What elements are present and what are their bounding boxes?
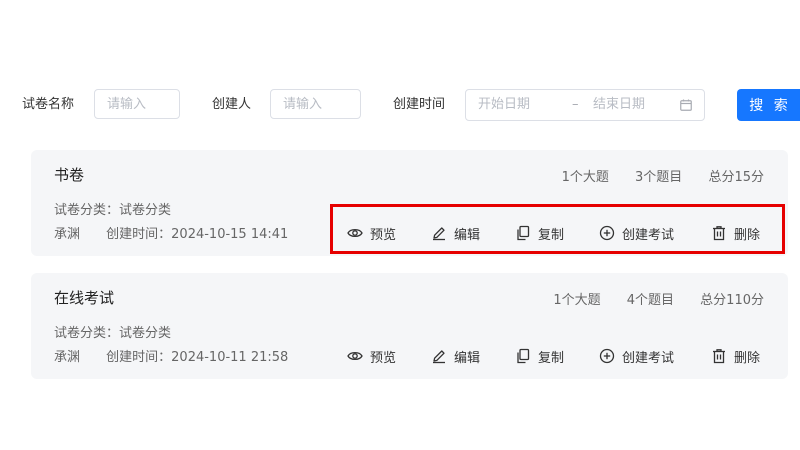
paper-title: 在线考试 — [54, 289, 115, 307]
paper-meta: 承渊 创建时间：2024-10-15 14:41 — [54, 223, 288, 242]
plus-circle-icon — [599, 225, 615, 241]
delete-label: 删除 — [734, 227, 761, 243]
pencil-icon — [433, 227, 445, 241]
edit-label: 编辑 — [454, 350, 481, 366]
start-date-input[interactable]: 开始日期 — [478, 90, 530, 120]
preview-label: 预览 — [370, 227, 397, 243]
paper-created-time: 创建时间：2024-10-11 21:58 — [106, 350, 289, 365]
copy-label: 复制 — [538, 227, 565, 243]
eye-icon — [347, 228, 363, 238]
delete-button[interactable]: 删除 — [711, 223, 760, 243]
range-separator: – — [572, 97, 579, 112]
total-score: 总分15分 — [708, 170, 764, 185]
calendar-icon — [680, 99, 692, 111]
edit-button[interactable]: 编辑 — [431, 223, 480, 243]
create-exam-label: 创建考试 — [622, 227, 675, 243]
copy-icon — [517, 348, 530, 364]
pencil-icon — [433, 350, 445, 364]
section-count: 1个大题 — [553, 293, 601, 308]
trash-icon — [713, 226, 725, 241]
paper-card: 在线考试 1个大题 4个题目 总分110分 试卷分类：试卷分类 承渊 创建时间：… — [31, 273, 788, 379]
question-count: 3个题目 — [635, 170, 683, 185]
copy-button[interactable]: 复制 — [515, 223, 564, 243]
end-date-input[interactable]: 结束日期 — [593, 90, 645, 120]
create-exam-button[interactable]: 创建考试 — [599, 223, 674, 243]
paper-creator: 承渊 — [54, 350, 81, 365]
eye-icon — [347, 351, 363, 361]
paper-created-time: 创建时间：2024-10-15 14:41 — [106, 227, 289, 242]
preview-label: 预览 — [370, 350, 397, 366]
copy-label: 复制 — [538, 350, 565, 366]
search-button[interactable]: 搜 索 — [737, 89, 800, 121]
paper-card: 书卷 1个大题 3个题目 总分15分 试卷分类：试卷分类 承渊 创建时间：202… — [31, 150, 788, 256]
preview-button[interactable]: 预览 — [347, 346, 396, 366]
create-exam-label: 创建考试 — [622, 350, 675, 366]
paper-name-input[interactable] — [94, 89, 180, 119]
trash-icon — [713, 349, 725, 364]
paper-meta: 承渊 创建时间：2024-10-11 21:58 — [54, 346, 288, 365]
creator-input[interactable] — [270, 89, 361, 119]
preview-button[interactable]: 预览 — [347, 223, 396, 243]
plus-circle-icon — [599, 348, 615, 364]
edit-label: 编辑 — [454, 227, 481, 243]
paper-stats: 1个大题 3个题目 总分15分 — [540, 166, 764, 185]
paper-stats: 1个大题 4个题目 总分110分 — [531, 289, 764, 308]
copy-button[interactable]: 复制 — [515, 346, 564, 366]
create-exam-button[interactable]: 创建考试 — [599, 346, 674, 366]
date-range-picker[interactable]: 开始日期 – 结束日期 — [465, 89, 705, 121]
question-count: 4个题目 — [626, 293, 675, 308]
delete-label: 删除 — [734, 350, 761, 366]
creator-label: 创建人 — [212, 97, 252, 112]
paper-name-label: 试卷名称 — [22, 97, 75, 112]
paper-category: 试卷分类：试卷分类 — [54, 326, 172, 341]
paper-creator: 承渊 — [54, 227, 81, 242]
edit-button[interactable]: 编辑 — [431, 346, 480, 366]
paper-actions: 预览 编辑 复制 创建考试 删除 — [347, 346, 767, 366]
section-count: 1个大题 — [561, 170, 609, 185]
total-score: 总分110分 — [700, 293, 764, 308]
paper-category: 试卷分类：试卷分类 — [54, 203, 172, 218]
copy-icon — [517, 225, 530, 241]
created-time-label: 创建时间 — [393, 97, 446, 112]
delete-button[interactable]: 删除 — [711, 346, 760, 366]
search-bar: 试卷名称 创建人 创建时间 开始日期 – 结束日期 搜 索 — [0, 89, 800, 121]
paper-title: 书卷 — [54, 166, 85, 184]
paper-actions: 预览 编辑 复制 创建考试 删除 — [347, 223, 767, 243]
